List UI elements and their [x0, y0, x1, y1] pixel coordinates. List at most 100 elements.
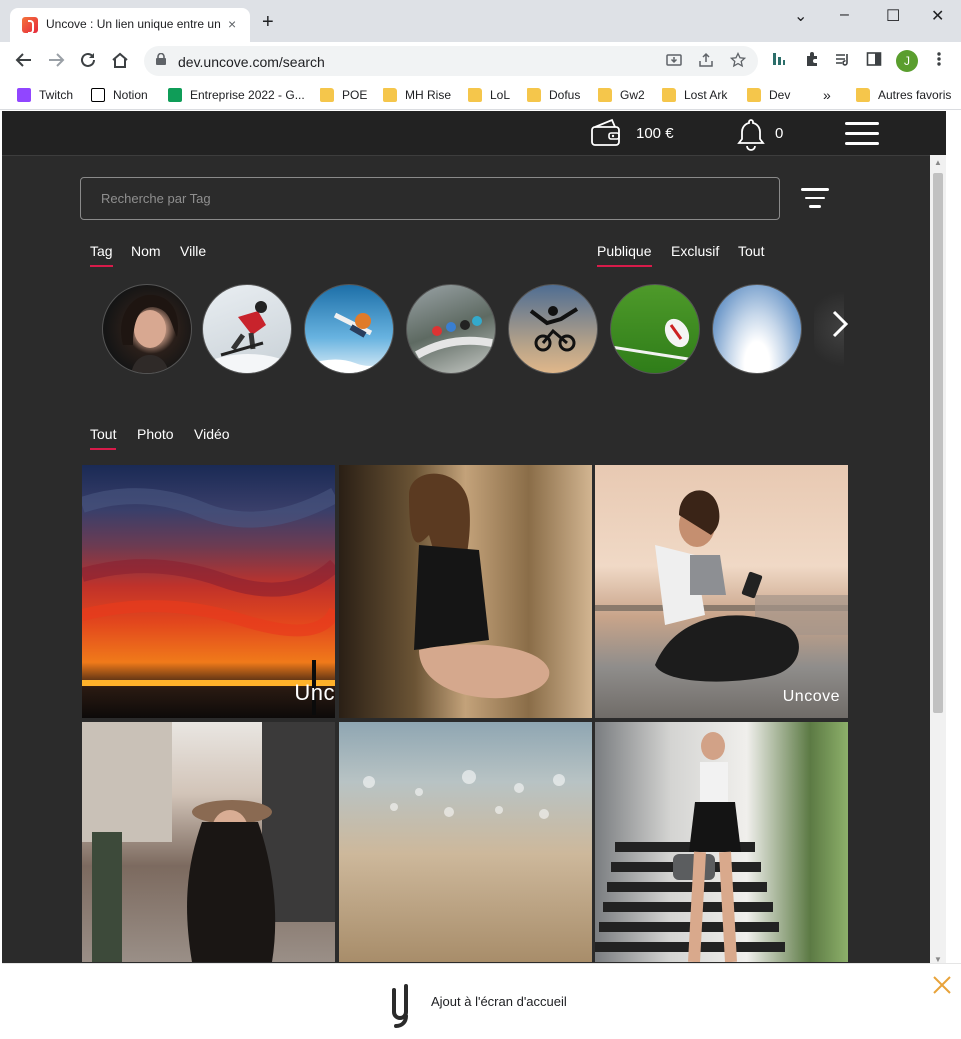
bookmark-mh-rise[interactable]: MH Rise: [383, 86, 451, 104]
bookmark-label: Dofus: [549, 88, 581, 102]
reload-icon[interactable]: [78, 50, 98, 70]
motocross-image: [529, 306, 579, 352]
maximize-button[interactable]: ☐: [886, 6, 900, 26]
woman-phone-image: [595, 490, 848, 682]
tab-ville[interactable]: Ville: [180, 243, 206, 259]
banner-text[interactable]: Ajout à l'écran d'accueil: [431, 994, 567, 1009]
folder-icon: [747, 88, 761, 102]
tab-tag[interactable]: Tag: [90, 243, 113, 267]
photo-beach-sand[interactable]: [339, 722, 592, 962]
tab-exclusif[interactable]: Exclusif: [671, 243, 719, 259]
bookmark-other-favorites[interactable]: Autres favoris: [856, 86, 951, 104]
app-header: 100 € 0: [2, 111, 946, 156]
bookmark-gw2[interactable]: Gw2: [598, 86, 645, 104]
address-bar[interactable]: dev.uncove.com/search: [144, 46, 758, 76]
bookmark-dofus[interactable]: Dofus: [527, 86, 580, 104]
bookmark-label: Autres favoris: [878, 88, 952, 102]
bookmark-poe[interactable]: POE: [320, 86, 367, 104]
folder-icon: [468, 88, 482, 102]
story-avatar-woman[interactable]: [102, 284, 192, 374]
tab-nom[interactable]: Nom: [131, 243, 161, 259]
bookmark-lol[interactable]: LoL: [468, 86, 510, 104]
tab-publique[interactable]: Publique: [597, 243, 652, 267]
more-bookmarks-button[interactable]: »: [823, 86, 831, 104]
beach-sand-image: [363, 770, 565, 819]
tab-search-icon[interactable]: ⌄: [794, 6, 807, 26]
scroll-up-arrow-icon[interactable]: ▲: [934, 158, 942, 167]
portrait-image: [121, 294, 178, 373]
media-control-icon[interactable]: [835, 51, 851, 67]
folder-icon: [320, 88, 334, 102]
browser-toolbar: dev.uncove.com/search J: [0, 42, 961, 80]
chevron-right-icon[interactable]: [830, 309, 850, 339]
skier-image: [203, 301, 291, 373]
browser-menu-icon[interactable]: [934, 51, 944, 67]
tab-title: Uncove : Un lien unique entre un: [46, 17, 221, 31]
share-icon[interactable]: [698, 52, 714, 68]
story-avatar-rugby[interactable]: [610, 284, 700, 374]
tag-search-input[interactable]: [80, 177, 780, 220]
story-avatar-skier[interactable]: [202, 284, 292, 374]
bookmark-label: MH Rise: [405, 88, 452, 102]
wallet-icon[interactable]: [589, 117, 623, 149]
woman-window-image: [409, 473, 550, 699]
close-icon[interactable]: [931, 974, 953, 996]
wallet-balance[interactable]: 100 €: [636, 125, 674, 142]
uncove-logo-icon: [392, 984, 408, 1028]
lock-icon[interactable]: [156, 53, 166, 65]
bookmark-label: Dev: [769, 88, 791, 102]
photo-sunset[interactable]: Unc: [82, 465, 335, 718]
photo-woman-stairs[interactable]: [595, 722, 848, 962]
sheets-icon: [168, 88, 182, 102]
page-scrollbar[interactable]: ▲ ▼: [930, 155, 946, 967]
tab-photo[interactable]: Photo: [137, 426, 174, 442]
bookmark-twitch[interactable]: Twitch: [17, 86, 73, 104]
profile-avatar[interactable]: J: [896, 50, 918, 72]
story-avatar-snowboarder[interactable]: [304, 284, 394, 374]
home-icon[interactable]: [110, 50, 130, 70]
cyclists-image: [415, 316, 493, 359]
back-arrow-icon[interactable]: [14, 50, 34, 70]
bookmark-dev[interactable]: Dev: [747, 86, 790, 104]
story-avatar-clouds[interactable]: [712, 284, 802, 374]
bookmark-label: Entreprise 2022 - G...: [190, 88, 305, 102]
woman-street-image: [82, 722, 335, 962]
notification-count[interactable]: 0: [775, 125, 783, 142]
new-tab-button[interactable]: +: [262, 12, 274, 32]
install-app-icon[interactable]: [666, 52, 682, 68]
story-avatar-cyclists[interactable]: [406, 284, 496, 374]
tab-tout-media[interactable]: Tout: [90, 426, 117, 450]
browser-tab[interactable]: Uncove : Un lien unique entre un ×: [10, 8, 250, 42]
bookmark-entreprise[interactable]: Entreprise 2022 - G...: [168, 86, 305, 104]
woman-stairs-image: [595, 732, 785, 962]
rugby-image: [611, 318, 699, 363]
filter-icon[interactable]: [800, 188, 830, 210]
snowboarder-image: [305, 312, 393, 373]
side-panel-icon[interactable]: [866, 51, 882, 67]
photo-woman-phone[interactable]: Uncove: [595, 465, 848, 718]
tab-close-icon[interactable]: ×: [228, 16, 236, 32]
photo-woman-window[interactable]: [339, 465, 592, 718]
close-window-button[interactable]: ✕: [931, 6, 944, 26]
folder-icon: [856, 88, 870, 102]
bookmark-notion[interactable]: Notion: [91, 86, 148, 104]
hamburger-menu-icon[interactable]: [845, 122, 879, 146]
minimize-button[interactable]: –: [840, 6, 849, 24]
url-text[interactable]: dev.uncove.com/search: [178, 54, 325, 70]
uncove-watermark: Unc: [294, 680, 335, 705]
bookmark-label: POE: [342, 88, 368, 102]
story-avatar-motocross[interactable]: [508, 284, 598, 374]
tab-video[interactable]: Vidéo: [194, 426, 230, 442]
photo-woman-street[interactable]: [82, 722, 335, 962]
bookmark-lost-ark[interactable]: Lost Ark: [662, 86, 727, 104]
forward-arrow-icon[interactable]: [46, 50, 66, 70]
notification-bell-icon[interactable]: [734, 116, 768, 152]
extension-bars-icon[interactable]: [772, 51, 786, 67]
tab-tout-visibility[interactable]: Tout: [738, 243, 764, 259]
bookmark-label: Lost Ark: [684, 88, 728, 102]
extensions-puzzle-icon[interactable]: [804, 51, 820, 67]
bookmark-star-icon[interactable]: [730, 52, 746, 68]
browser-titlebar: Uncove : Un lien unique entre un × + ⌄ –…: [0, 0, 961, 42]
scrollbar-thumb[interactable]: [933, 173, 943, 713]
bookmark-label: Gw2: [620, 88, 645, 102]
